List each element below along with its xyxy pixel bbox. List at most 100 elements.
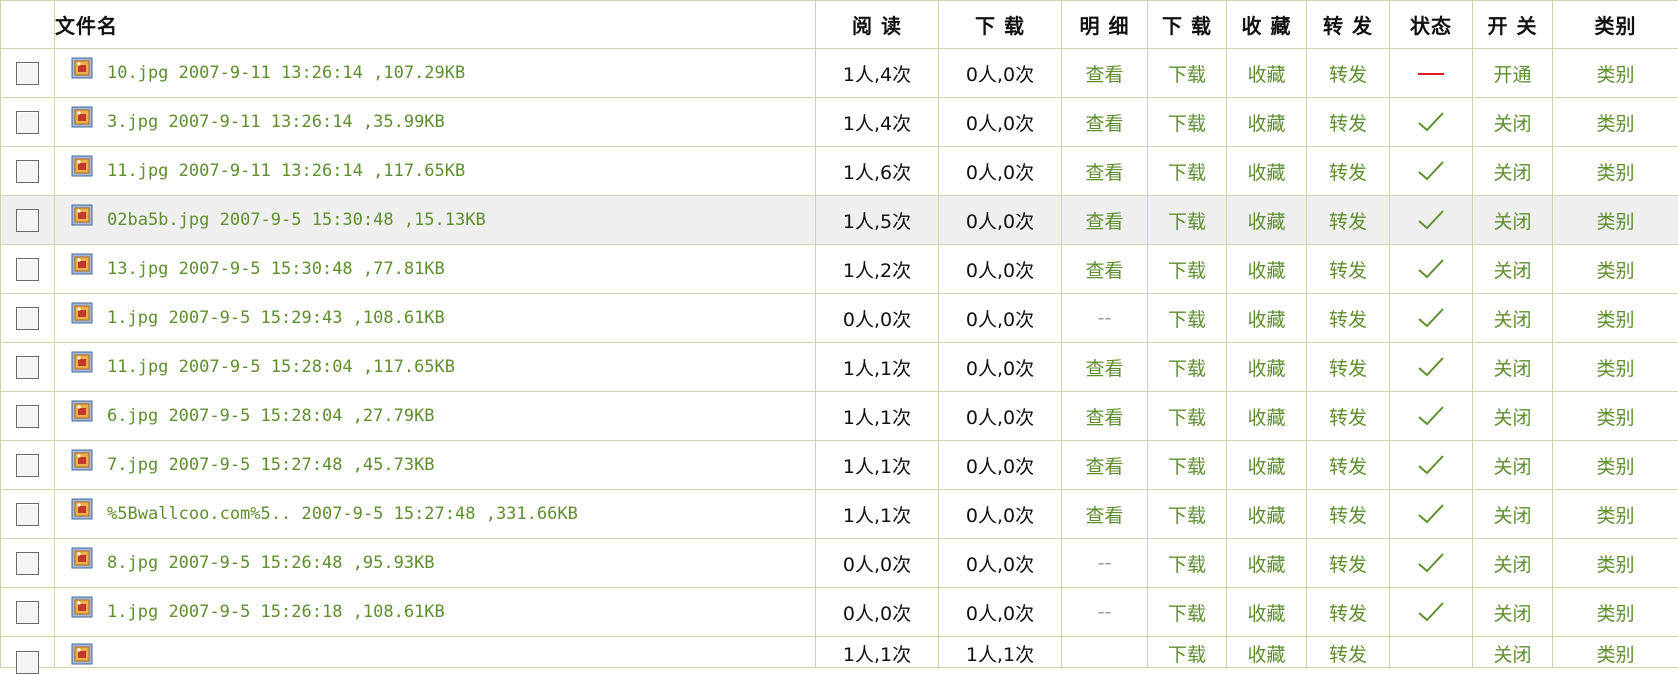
category-link[interactable]: 类别 bbox=[1553, 637, 1678, 668]
favorite-link[interactable]: 收藏 bbox=[1227, 147, 1307, 196]
favorite-link[interactable]: 收藏 bbox=[1227, 343, 1307, 392]
favorite-link[interactable]: 收藏 bbox=[1227, 294, 1307, 343]
download-link[interactable]: 下载 bbox=[1148, 196, 1227, 245]
favorite-link[interactable]: 收藏 bbox=[1227, 245, 1307, 294]
favorite-link[interactable]: 收藏 bbox=[1227, 49, 1307, 98]
favorite-link[interactable]: 收藏 bbox=[1227, 539, 1307, 588]
download-link[interactable]: 下载 bbox=[1148, 49, 1227, 98]
category-link[interactable]: 类别 bbox=[1553, 294, 1678, 343]
favorite-link[interactable]: 收藏 bbox=[1227, 392, 1307, 441]
header-download[interactable]: 下 载 bbox=[939, 1, 1062, 49]
detail-link[interactable]: 查看 bbox=[1062, 343, 1148, 392]
forward-link[interactable]: 转发 bbox=[1307, 539, 1390, 588]
forward-link[interactable]: 转发 bbox=[1307, 196, 1390, 245]
toggle-link[interactable]: 关闭 bbox=[1473, 294, 1553, 343]
header-filename[interactable]: 文件名 bbox=[55, 1, 816, 49]
toggle-link[interactable]: 开通 bbox=[1473, 49, 1553, 98]
forward-link[interactable]: 转发 bbox=[1307, 49, 1390, 98]
row-checkbox[interactable] bbox=[16, 651, 39, 674]
detail-link[interactable]: 查看 bbox=[1062, 392, 1148, 441]
detail-link[interactable]: 查看 bbox=[1062, 196, 1148, 245]
toggle-link[interactable]: 关闭 bbox=[1473, 490, 1553, 539]
category-link[interactable]: 类别 bbox=[1553, 490, 1678, 539]
detail-link[interactable]: 查看 bbox=[1062, 147, 1148, 196]
toggle-link[interactable]: 关闭 bbox=[1473, 98, 1553, 147]
download-link[interactable]: 下载 bbox=[1148, 98, 1227, 147]
download-link[interactable]: 下载 bbox=[1148, 392, 1227, 441]
detail-link[interactable]: 查看 bbox=[1062, 49, 1148, 98]
detail-link[interactable]: 查看 bbox=[1062, 490, 1148, 539]
toggle-link[interactable]: 关闭 bbox=[1473, 196, 1553, 245]
forward-link[interactable]: 转发 bbox=[1307, 98, 1390, 147]
file-name-link[interactable]: 7.jpg bbox=[107, 455, 158, 475]
download-link[interactable]: 下载 bbox=[1148, 490, 1227, 539]
toggle-link[interactable]: 关闭 bbox=[1473, 343, 1553, 392]
row-checkbox[interactable] bbox=[16, 356, 39, 379]
row-checkbox[interactable] bbox=[16, 454, 39, 477]
file-name-link[interactable]: 8.jpg bbox=[107, 553, 158, 573]
category-link[interactable]: 类别 bbox=[1553, 588, 1678, 637]
download-link[interactable]: 下载 bbox=[1148, 637, 1227, 668]
file-name-link[interactable]: 3.jpg bbox=[107, 112, 158, 132]
download-link[interactable]: 下载 bbox=[1148, 343, 1227, 392]
favorite-link[interactable]: 收藏 bbox=[1227, 98, 1307, 147]
detail-link[interactable]: 查看 bbox=[1062, 98, 1148, 147]
toggle-link[interactable]: 关闭 bbox=[1473, 539, 1553, 588]
row-checkbox[interactable] bbox=[16, 209, 39, 232]
category-link[interactable]: 类别 bbox=[1553, 147, 1678, 196]
download-link[interactable]: 下载 bbox=[1148, 441, 1227, 490]
forward-link[interactable]: 转发 bbox=[1307, 294, 1390, 343]
category-link[interactable]: 类别 bbox=[1553, 441, 1678, 490]
row-checkbox[interactable] bbox=[16, 552, 39, 575]
toggle-link[interactable]: 关闭 bbox=[1473, 637, 1553, 668]
category-link[interactable]: 类别 bbox=[1553, 196, 1678, 245]
file-name-link[interactable]: 6.jpg bbox=[107, 406, 158, 426]
favorite-link[interactable]: 收藏 bbox=[1227, 196, 1307, 245]
file-name-link[interactable]: %5Bwallcoo.com%5.. bbox=[107, 504, 291, 524]
file-name-link[interactable]: 11.jpg bbox=[107, 357, 168, 377]
download-link[interactable]: 下载 bbox=[1148, 539, 1227, 588]
forward-link[interactable]: 转发 bbox=[1307, 392, 1390, 441]
forward-link[interactable]: 转发 bbox=[1307, 343, 1390, 392]
category-link[interactable]: 类别 bbox=[1553, 245, 1678, 294]
forward-link[interactable]: 转发 bbox=[1307, 490, 1390, 539]
detail-link[interactable]: 查看 bbox=[1062, 245, 1148, 294]
category-link[interactable]: 类别 bbox=[1553, 343, 1678, 392]
category-link[interactable]: 类别 bbox=[1553, 539, 1678, 588]
toggle-link[interactable]: 关闭 bbox=[1473, 588, 1553, 637]
favorite-link[interactable]: 收藏 bbox=[1227, 588, 1307, 637]
row-checkbox[interactable] bbox=[16, 258, 39, 281]
toggle-link[interactable]: 关闭 bbox=[1473, 441, 1553, 490]
forward-link[interactable]: 转发 bbox=[1307, 588, 1390, 637]
row-checkbox[interactable] bbox=[16, 307, 39, 330]
file-name-link[interactable]: 1.jpg bbox=[107, 602, 158, 622]
file-name-link[interactable]: 11.jpg bbox=[107, 161, 168, 181]
file-name-link[interactable]: 10.jpg bbox=[107, 63, 168, 83]
category-link[interactable]: 类别 bbox=[1553, 49, 1678, 98]
row-checkbox[interactable] bbox=[16, 111, 39, 134]
favorite-link[interactable]: 收藏 bbox=[1227, 637, 1307, 668]
forward-link[interactable]: 转发 bbox=[1307, 441, 1390, 490]
favorite-link[interactable]: 收藏 bbox=[1227, 490, 1307, 539]
toggle-link[interactable]: 关闭 bbox=[1473, 147, 1553, 196]
file-name-link[interactable]: 13.jpg bbox=[107, 259, 168, 279]
download-link[interactable]: 下载 bbox=[1148, 588, 1227, 637]
toggle-link[interactable]: 关闭 bbox=[1473, 245, 1553, 294]
favorite-link[interactable]: 收藏 bbox=[1227, 441, 1307, 490]
download-link[interactable]: 下载 bbox=[1148, 294, 1227, 343]
header-read[interactable]: 阅 读 bbox=[816, 1, 939, 49]
row-checkbox[interactable] bbox=[16, 62, 39, 85]
category-link[interactable]: 类别 bbox=[1553, 98, 1678, 147]
detail-link[interactable]: 查看 bbox=[1062, 441, 1148, 490]
category-link[interactable]: 类别 bbox=[1553, 392, 1678, 441]
row-checkbox[interactable] bbox=[16, 160, 39, 183]
file-name-link[interactable]: 02ba5b.jpg bbox=[107, 210, 209, 230]
forward-link[interactable]: 转发 bbox=[1307, 637, 1390, 668]
toggle-link[interactable]: 关闭 bbox=[1473, 392, 1553, 441]
forward-link[interactable]: 转发 bbox=[1307, 147, 1390, 196]
row-checkbox[interactable] bbox=[16, 405, 39, 428]
row-checkbox[interactable] bbox=[16, 503, 39, 526]
download-link[interactable]: 下载 bbox=[1148, 245, 1227, 294]
file-name-link[interactable]: 1.jpg bbox=[107, 308, 158, 328]
download-link[interactable]: 下载 bbox=[1148, 147, 1227, 196]
